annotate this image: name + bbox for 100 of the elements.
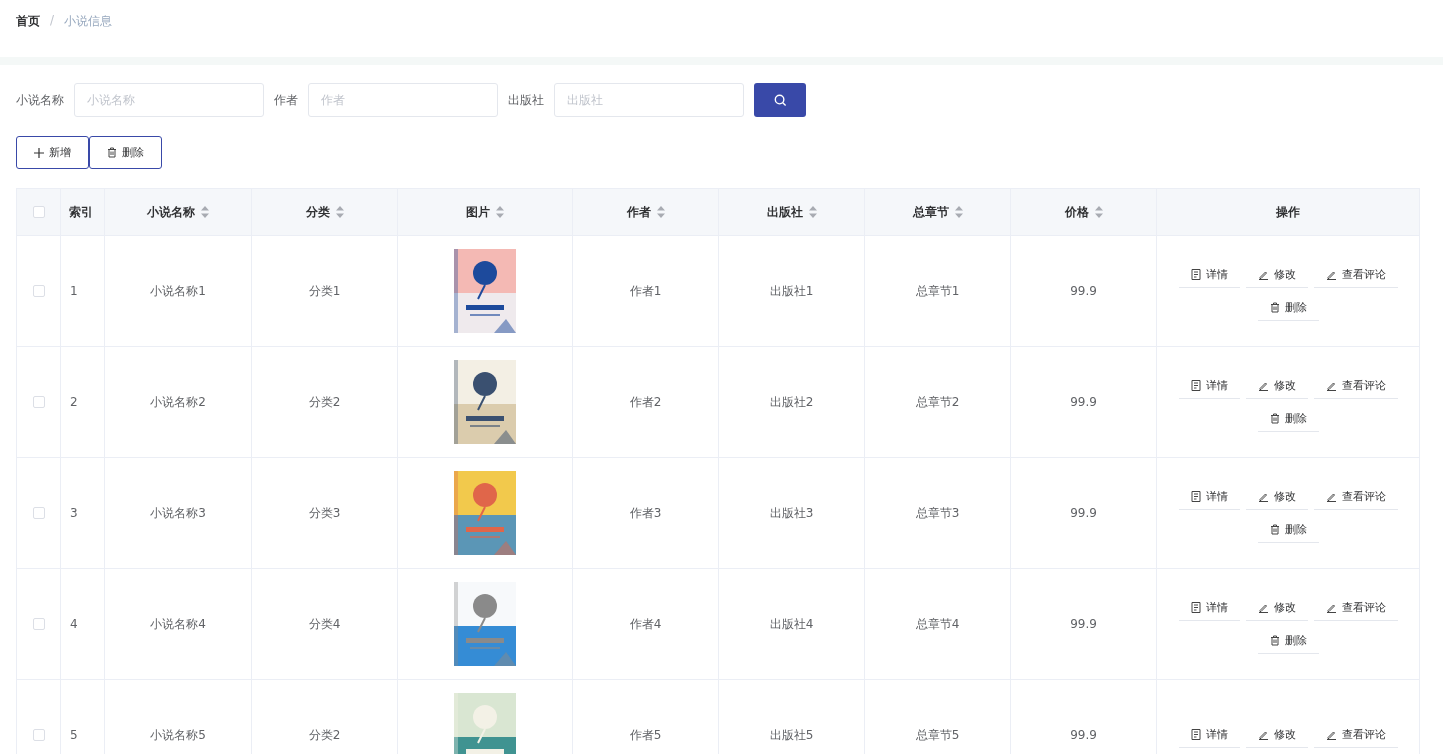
document-icon: [1190, 268, 1201, 280]
table-cell: 总章节2: [915, 393, 960, 411]
trash-icon: [1269, 634, 1280, 646]
plus-icon: [34, 147, 44, 158]
sort-icon[interactable]: [656, 206, 665, 218]
checkbox[interactable]: [32, 729, 45, 741]
search-field[interactable]: 出版社: [554, 83, 744, 117]
search-field[interactable]: 作者: [308, 83, 498, 117]
table-cell: 出版社4: [769, 615, 814, 633]
edit-link[interactable]: 修改: [1245, 722, 1308, 748]
field-label: 出版社: [508, 91, 544, 109]
breadcrumb-separator: /: [50, 13, 55, 27]
document-icon: [1190, 379, 1201, 391]
search-field[interactable]: 小说名称: [74, 83, 264, 117]
add-button[interactable]: 新增: [16, 136, 89, 169]
edit-link[interactable]: 修改: [1245, 372, 1308, 399]
column-header[interactable]: 出版社: [766, 203, 803, 221]
details-link[interactable]: 详情: [1178, 261, 1240, 288]
edit-link[interactable]: 修改: [1245, 594, 1308, 621]
column-header: 操作: [1276, 203, 1300, 221]
table-cell: 小说名称3: [150, 504, 206, 522]
column-header[interactable]: 小说名称: [147, 203, 195, 221]
table-cell: 作者4: [629, 615, 662, 633]
comments-link[interactable]: 查看评论: [1313, 594, 1398, 621]
comments-link[interactable]: 查看评论: [1313, 261, 1398, 288]
search-icon: [773, 93, 787, 107]
column-header[interactable]: 分类: [305, 203, 330, 221]
trash-icon: [1269, 523, 1280, 535]
sort-icon[interactable]: [808, 206, 817, 218]
pencil-icon: [1257, 729, 1269, 740]
trash-icon: [1269, 412, 1280, 424]
table-cell: 99.9: [1070, 617, 1097, 631]
table-cell: 分类4: [308, 615, 341, 633]
column-header[interactable]: 图片: [466, 203, 490, 221]
table-cell: 99.9: [1070, 506, 1097, 520]
table-cell: 小说名称2: [150, 393, 206, 411]
sort-icon[interactable]: [1094, 206, 1103, 218]
table-cell: 小说名称5: [150, 726, 206, 744]
details-link[interactable]: 详情: [1178, 722, 1240, 748]
details-link[interactable]: 详情: [1178, 372, 1240, 399]
table-cell: 作者3: [629, 504, 662, 522]
table-cell: 出版社5: [769, 726, 814, 744]
sort-icon[interactable]: [201, 206, 209, 218]
table-cell: 2: [70, 395, 78, 409]
table-cell: 99.9: [1070, 728, 1097, 742]
pencil-icon: [1325, 729, 1337, 740]
delete-link[interactable]: 删除: [1257, 405, 1319, 432]
trash-icon: [107, 147, 117, 158]
table-cell: 总章节4: [915, 615, 960, 633]
table-cell: 99.9: [1070, 284, 1097, 298]
delete-button[interactable]: 删除: [89, 136, 162, 169]
checkbox[interactable]: [32, 396, 45, 408]
table-cell: 分类1: [308, 282, 341, 300]
breadcrumb-link[interactable]: 首页: [16, 13, 40, 30]
document-icon: [1190, 490, 1201, 502]
checkbox[interactable]: [32, 285, 45, 297]
table-cell: 出版社3: [769, 504, 814, 522]
edit-link[interactable]: 修改: [1245, 261, 1308, 288]
table-cell: 总章节3: [915, 504, 960, 522]
sort-icon[interactable]: [954, 206, 963, 218]
table-cell: 总章节5: [915, 726, 960, 744]
comments-link[interactable]: 查看评论: [1313, 483, 1398, 510]
table-cell: 4: [70, 617, 78, 631]
delete-link[interactable]: 删除: [1257, 627, 1319, 654]
column-header[interactable]: 总章节: [912, 203, 949, 221]
table-cell: 作者1: [629, 282, 662, 300]
details-link[interactable]: 详情: [1178, 483, 1240, 510]
comments-link[interactable]: 查看评论: [1313, 372, 1398, 399]
sort-icon[interactable]: [335, 206, 344, 218]
table-cell: 小说名称4: [150, 615, 206, 633]
table-cell: 分类2: [308, 393, 341, 411]
table-cell: 3: [70, 506, 78, 520]
column-header[interactable]: 价格: [1064, 203, 1089, 221]
table-cell: 99.9: [1070, 395, 1097, 409]
table-cell: 出版社2: [769, 393, 814, 411]
checkbox[interactable]: [32, 206, 45, 218]
details-link[interactable]: 详情: [1178, 594, 1240, 621]
table-cell: 作者2: [629, 393, 662, 411]
table-cell: 作者5: [629, 726, 662, 744]
table-cell: 总章节1: [915, 282, 960, 300]
column-header[interactable]: 作者: [626, 203, 651, 221]
trash-icon: [1269, 301, 1280, 313]
field-label: 作者: [274, 91, 298, 109]
delete-link[interactable]: 删除: [1257, 294, 1319, 321]
field-label: 小说名称: [16, 91, 64, 109]
sort-icon[interactable]: [496, 206, 504, 218]
search-button[interactable]: [754, 83, 806, 117]
column-header: 索引: [69, 203, 93, 221]
table-cell: 小说名称1: [150, 282, 206, 300]
table-cell: 1: [70, 284, 78, 298]
table-cell: 分类3: [308, 504, 341, 522]
delete-link[interactable]: 删除: [1257, 516, 1319, 543]
checkbox[interactable]: [32, 618, 45, 630]
document-icon: [1190, 729, 1201, 740]
edit-link[interactable]: 修改: [1245, 483, 1308, 510]
table-cell: 5: [70, 728, 78, 742]
table-cell: 出版社1: [769, 282, 814, 300]
checkbox[interactable]: [32, 507, 45, 519]
comments-link[interactable]: 查看评论: [1313, 722, 1398, 748]
table-cell: 分类2: [308, 726, 341, 744]
